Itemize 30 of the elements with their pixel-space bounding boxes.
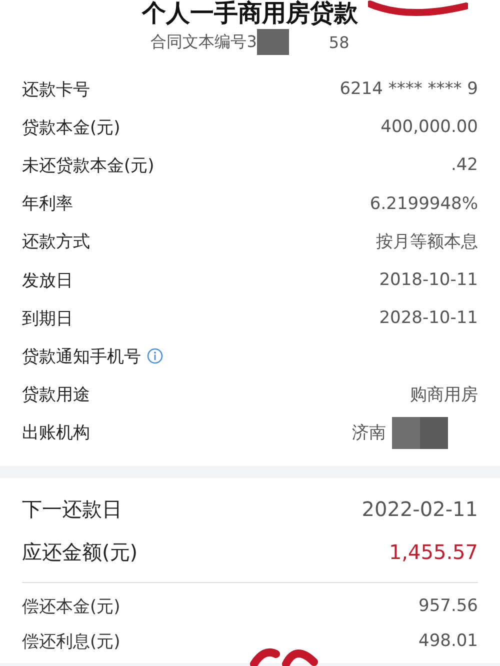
field-label: 贷款用途 bbox=[22, 384, 90, 406]
page-title: 个人一手商用房贷款 bbox=[142, 0, 358, 26]
field-label: 应还金额(元) bbox=[22, 538, 138, 566]
field-label: 下一还款日 bbox=[22, 496, 122, 523]
contract-number: 58 bbox=[328, 32, 350, 52]
field-label: 贷款本金(元) bbox=[22, 116, 120, 139]
field-value: 6214 **** **** 9 bbox=[340, 79, 478, 100]
field-value: 按月等额本息 bbox=[376, 231, 478, 254]
field-value: 498.01 bbox=[418, 631, 478, 652]
contract-number: 合同文本编号3 bbox=[150, 32, 257, 52]
field-value: 2028-10-11 bbox=[379, 308, 478, 328]
field-value: 957.56 bbox=[418, 596, 478, 616]
field-label: 发放日 bbox=[22, 270, 73, 292]
field-value: 购商用房 bbox=[410, 384, 478, 406]
field-label: 到期日 bbox=[22, 308, 73, 330]
field-label: 偿还利息(元) bbox=[22, 630, 120, 653]
field-value: 400,000.00 bbox=[380, 117, 478, 138]
field-label: 还款卡号 bbox=[22, 78, 90, 101]
field-label: 还款方式 bbox=[22, 231, 90, 254]
field-value: 济南 bbox=[352, 422, 386, 444]
field-label: 贷款通知手机号 bbox=[22, 346, 141, 368]
field-label: 年利率 bbox=[22, 193, 73, 216]
field-value: 2022-02-11 bbox=[362, 497, 478, 522]
field-value: .42 bbox=[450, 155, 478, 176]
field-value: 6.2199948% bbox=[370, 194, 478, 214]
amount-due: 1,455.57 bbox=[388, 540, 478, 564]
field-label: 偿还本金(元) bbox=[22, 596, 120, 618]
field-label: 未还贷款本金(元) bbox=[22, 154, 154, 177]
field-label: 出账机构 bbox=[22, 422, 90, 444]
field-value: 2018-10-11 bbox=[379, 270, 478, 290]
